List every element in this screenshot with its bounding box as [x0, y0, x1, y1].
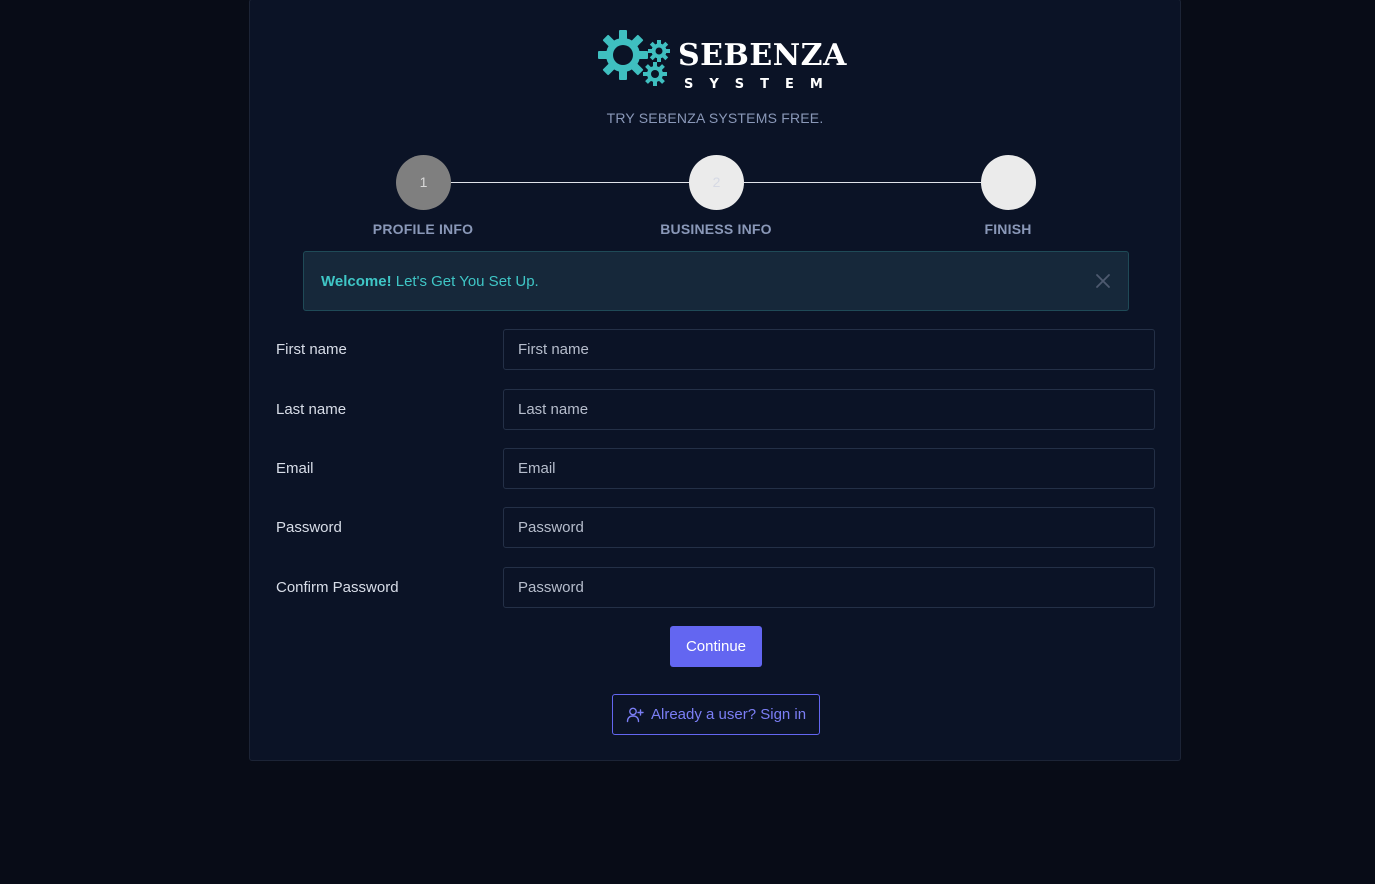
alert-strong: Welcome! [321, 273, 392, 290]
brand-subtitle: SYSTEM [684, 77, 839, 92]
gears-icon [598, 30, 670, 86]
sign-in-button[interactable]: Already a user? Sign in [612, 694, 820, 735]
step-connector [450, 182, 690, 183]
tagline: TRY SEBENZA SYSTEMS FREE. [606, 110, 824, 126]
continue-button[interactable]: Continue [670, 626, 762, 667]
email-label: Email [276, 460, 314, 477]
alert-body: Let's Get You Set Up. [391, 273, 539, 290]
password-input[interactable] [503, 507, 1155, 548]
step-1-circle: 1 [396, 155, 451, 210]
step-2-circle: 2 [689, 155, 744, 210]
brand-name: SEBENZA [678, 38, 847, 73]
first-name-label: First name [276, 341, 347, 358]
welcome-alert: Welcome! Let's Get You Set Up. [303, 251, 1129, 311]
brand-logo: SEBENZA SYSTEM [598, 28, 846, 92]
step-2-label: BUSINESS INFO [660, 221, 772, 237]
close-icon[interactable] [1094, 272, 1112, 290]
step-3-label: FINISH [984, 221, 1032, 237]
step-2-number: 2 [712, 174, 721, 190]
password-label: Password [276, 519, 342, 536]
step-1-label: PROFILE INFO [372, 221, 474, 237]
last-name-input[interactable] [503, 389, 1155, 430]
confirm-password-label: Confirm Password [276, 579, 399, 596]
step-3-circle [981, 155, 1036, 210]
first-name-input[interactable] [503, 329, 1155, 370]
step-connector [743, 182, 983, 183]
confirm-password-input[interactable] [503, 567, 1155, 608]
email-input[interactable] [503, 448, 1155, 489]
step-1-number: 1 [419, 174, 428, 190]
user-plus-icon [626, 707, 644, 723]
last-name-label: Last name [276, 401, 347, 418]
signup-card: SEBENZA SYSTEM TRY SEBENZA SYSTEMS FREE.… [249, 0, 1181, 761]
alert-message: Welcome! Let's Get You Set Up. [321, 273, 539, 290]
sign-in-label: Already a user? Sign in [651, 706, 807, 723]
